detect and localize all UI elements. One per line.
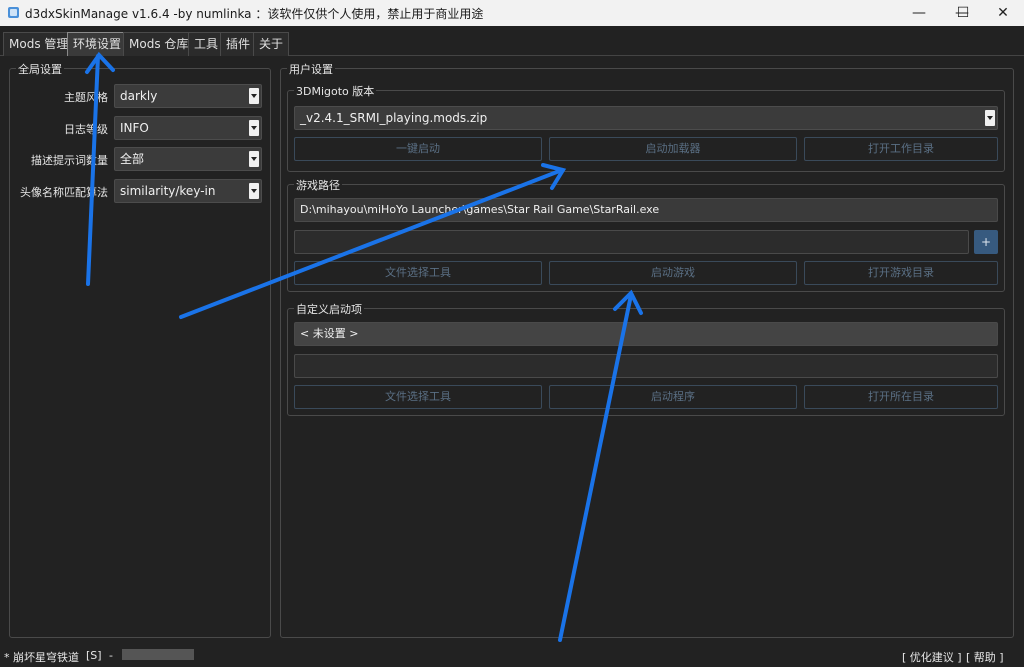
log-level-label: 日志等级	[64, 123, 108, 136]
custom-launch-title: 自定义启动项	[294, 301, 364, 317]
chevron-down-icon	[249, 120, 259, 136]
status-game: * 崩坏星穹铁道	[4, 651, 79, 664]
open-game-dir-button[interactable]: 打开游戏目录	[804, 261, 998, 285]
status-flag: [S]	[86, 649, 102, 662]
migoto-title: 3DMigoto 版本	[294, 83, 377, 99]
tab-env-settings[interactable]: 环境设置	[67, 32, 128, 56]
suggest-link[interactable]: [ 优化建议 ]	[902, 649, 962, 665]
hint-count-label: 描述提示词数量	[31, 154, 108, 167]
chevron-down-icon	[249, 88, 259, 104]
add-path-button[interactable]: +	[974, 230, 998, 254]
help-link[interactable]: [ 帮助 ]	[966, 649, 1004, 665]
game-args-input[interactable]	[294, 230, 969, 254]
tab-about[interactable]: 关于	[253, 32, 290, 56]
window-title: d3dxSkinManage v1.6.4 -by numlinka ：该软件仅…	[25, 7, 484, 21]
app-icon	[8, 7, 19, 18]
tab-mods-manage[interactable]: Mods 管理	[3, 32, 75, 56]
open-location-button[interactable]: 打开所在目录	[804, 385, 998, 409]
log-level-value: INFO	[120, 121, 149, 135]
custom-args-input[interactable]	[294, 354, 998, 378]
status-progress-bar	[122, 649, 194, 660]
start-loader-button[interactable]: 启动加载器	[549, 137, 797, 161]
game-path-field[interactable]: D:\mihayou\miHoYo Launcher\games\Star Ra…	[294, 198, 998, 222]
hint-count-select[interactable]: 全部	[114, 147, 262, 171]
hint-count-value: 全部	[120, 152, 145, 166]
start-game-button[interactable]: 启动游戏	[549, 261, 797, 285]
theme-select[interactable]: darkly	[114, 84, 262, 108]
avatar-match-label: 头像名称匹配算法	[20, 186, 108, 199]
chevron-down-icon	[985, 110, 995, 126]
avatar-match-select[interactable]: similarity/key-in	[114, 179, 262, 203]
chevron-down-icon	[249, 183, 259, 199]
tab-mods-repo[interactable]: Mods 仓库	[123, 32, 195, 56]
tab-bar: Mods 管理 环境设置 Mods 仓库 工具 插件 关于	[0, 26, 1024, 56]
start-program-button[interactable]: 启动程序	[549, 385, 797, 409]
custom-launch-select[interactable]: < 未设置 >	[294, 322, 998, 346]
one-click-launch-button[interactable]: 一键启动	[294, 137, 542, 161]
title-bar: d3dxSkinManage v1.6.4 -by numlinka ：该软件仅…	[0, 0, 1024, 26]
open-work-dir-button[interactable]: 打开工作目录	[804, 137, 998, 161]
status-separator: -	[109, 649, 113, 662]
game-path-title: 游戏路径	[294, 177, 342, 193]
custom-file-select-button[interactable]: 文件选择工具	[294, 385, 542, 409]
migoto-version-select[interactable]: _v2.4.1_SRMI_playing.mods.zip	[294, 106, 998, 130]
user-settings-title: 用户设置	[287, 61, 335, 77]
game-file-select-button[interactable]: 文件选择工具	[294, 261, 542, 285]
avatar-match-value: similarity/key-in	[120, 184, 216, 198]
theme-label: 主题风格	[64, 91, 108, 104]
log-level-select[interactable]: INFO	[114, 116, 262, 140]
tab-tools[interactable]: 工具	[188, 32, 225, 56]
chevron-down-icon	[249, 151, 259, 167]
close-button[interactable]: ✕	[980, 0, 1024, 26]
minimize-button[interactable]: —	[896, 0, 942, 26]
tab-plugins[interactable]: 插件	[220, 32, 257, 56]
migoto-version-value: _v2.4.1_SRMI_playing.mods.zip	[300, 111, 488, 125]
theme-value: darkly	[120, 89, 158, 103]
global-settings-title: 全局设置	[16, 61, 64, 77]
